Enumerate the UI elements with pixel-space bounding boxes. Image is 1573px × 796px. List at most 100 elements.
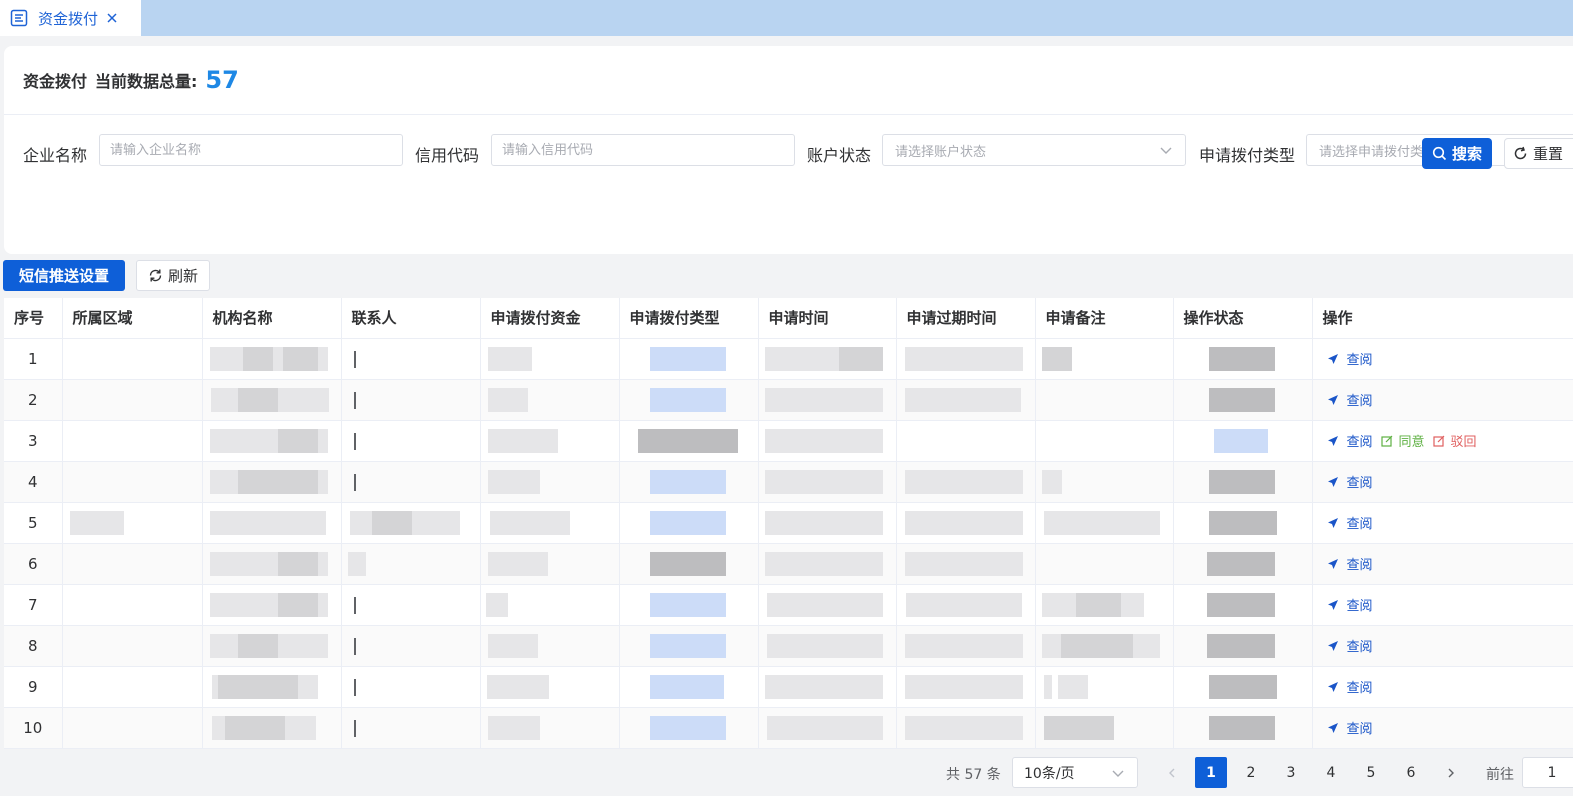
edit-icon xyxy=(1380,435,1392,447)
page-5[interactable]: 5 xyxy=(1355,757,1387,788)
sms-push-settings-button[interactable]: 短信推送设置 xyxy=(3,260,125,291)
chevron-left-icon xyxy=(1169,768,1175,777)
amount-cell xyxy=(480,379,620,421)
view-button[interactable]: 查阅 xyxy=(1327,554,1373,573)
refresh-button-label: 刷新 xyxy=(167,267,198,285)
table-row: 4 查阅 xyxy=(4,461,1573,503)
actions-cell: 查阅 xyxy=(1312,666,1573,708)
view-button-label: 查阅 xyxy=(1346,722,1373,737)
region-cell xyxy=(62,666,203,708)
view-button[interactable]: 查阅 xyxy=(1327,349,1373,368)
amount-cell xyxy=(480,461,620,503)
region-cell xyxy=(62,543,203,585)
contact-cell xyxy=(341,625,481,667)
view-button[interactable]: 查阅 xyxy=(1327,431,1373,450)
search-button[interactable]: 搜索 xyxy=(1422,138,1492,169)
org-name-cell xyxy=(202,666,342,708)
row-index: 9 xyxy=(4,666,63,708)
apply-type-cell xyxy=(619,502,759,544)
list-doc-icon xyxy=(10,9,28,27)
amount-cell xyxy=(480,625,620,667)
account-status-select[interactable]: 请选择账户状态 xyxy=(882,134,1186,166)
view-button-label: 查阅 xyxy=(1346,353,1373,368)
reject-button[interactable]: 驳回 xyxy=(1432,431,1477,450)
send-icon xyxy=(1327,517,1338,528)
apply-type-cell xyxy=(619,584,759,626)
column-header-status: 操作状态 xyxy=(1173,298,1313,339)
view-button[interactable]: 查阅 xyxy=(1327,390,1373,409)
apply-type-cell xyxy=(619,420,759,462)
view-button[interactable]: 查阅 xyxy=(1327,513,1373,532)
close-icon[interactable] xyxy=(106,12,118,24)
expire-time-cell xyxy=(896,707,1036,749)
tab-fund-disbursement[interactable]: 资金拨付 xyxy=(0,0,141,36)
prev-page-button[interactable] xyxy=(1156,757,1188,788)
remark-cell xyxy=(1035,420,1174,462)
apply-type-cell xyxy=(619,625,759,667)
row-index: 4 xyxy=(4,461,63,503)
agree-button[interactable]: 同意 xyxy=(1380,431,1425,450)
apply-type-cell xyxy=(619,543,759,585)
send-icon xyxy=(1327,640,1338,651)
apply-time-cell xyxy=(758,461,897,503)
goto-page-input[interactable] xyxy=(1522,757,1573,788)
view-button-label: 查阅 xyxy=(1346,681,1373,696)
actions-cell: 查阅 xyxy=(1312,625,1573,667)
tab-bar: 资金拨付 xyxy=(0,0,1573,36)
column-header-actions: 操作 xyxy=(1312,298,1573,339)
page-size-select[interactable]: 10条/页 xyxy=(1012,757,1138,788)
filter-panel: 资金拨付 当前数据总量: 57 企业名称 信用代码 账户状态 请选择账户状态 申… xyxy=(4,46,1573,254)
company-name-input[interactable] xyxy=(99,134,403,166)
status-cell xyxy=(1173,379,1313,421)
refresh-button[interactable]: 刷新 xyxy=(136,260,210,291)
contact-cell xyxy=(341,502,481,544)
status-cell xyxy=(1173,625,1313,667)
remark-cell xyxy=(1035,338,1174,380)
chevron-down-icon xyxy=(1112,770,1124,777)
reset-button[interactable]: 重置 xyxy=(1504,138,1573,169)
view-button[interactable]: 查阅 xyxy=(1327,472,1373,491)
table-row: 10 查阅 xyxy=(4,707,1573,749)
credit-code-label: 信用代码 xyxy=(415,146,480,165)
actions-cell: 查阅 同意 驳回 xyxy=(1312,420,1573,462)
expire-time-cell xyxy=(896,379,1036,421)
total-records: 共 57 条 xyxy=(946,767,1001,783)
contact-cell xyxy=(341,584,481,626)
remark-cell xyxy=(1035,461,1174,503)
actions-cell: 查阅 xyxy=(1312,707,1573,749)
page-6[interactable]: 6 xyxy=(1395,757,1427,788)
reset-icon xyxy=(1514,146,1527,160)
org-name-cell xyxy=(202,420,342,462)
view-button[interactable]: 查阅 xyxy=(1327,636,1373,655)
amount-cell xyxy=(480,420,620,462)
apply-type-cell xyxy=(619,707,759,749)
send-icon xyxy=(1327,722,1338,733)
page-3[interactable]: 3 xyxy=(1275,757,1307,788)
apply-time-cell xyxy=(758,543,897,585)
column-header-index: 序号 xyxy=(4,298,63,339)
view-button[interactable]: 查阅 xyxy=(1327,677,1373,696)
view-button[interactable]: 查阅 xyxy=(1327,718,1373,737)
status-cell xyxy=(1173,707,1313,749)
reject-button-label: 驳回 xyxy=(1450,435,1477,450)
org-name-cell xyxy=(202,461,342,503)
apply-time-cell xyxy=(758,502,897,544)
send-icon xyxy=(1327,476,1338,487)
remark-cell xyxy=(1035,584,1174,626)
credit-code-input[interactable] xyxy=(491,134,795,166)
column-header-apply-type: 申请拨付类型 xyxy=(619,298,759,339)
tab-label: 资金拨付 xyxy=(38,9,99,28)
page-1[interactable]: 1 xyxy=(1195,757,1227,788)
page-4[interactable]: 4 xyxy=(1315,757,1347,788)
view-button-label: 查阅 xyxy=(1346,599,1373,614)
org-name-cell xyxy=(202,338,342,380)
remark-cell xyxy=(1035,543,1174,585)
send-icon xyxy=(1327,599,1338,610)
next-page-button[interactable] xyxy=(1435,757,1467,788)
column-header-expire-time: 申请过期时间 xyxy=(896,298,1036,339)
row-index: 5 xyxy=(4,502,63,544)
expire-time-cell xyxy=(896,502,1036,544)
view-button[interactable]: 查阅 xyxy=(1327,595,1373,614)
page-2[interactable]: 2 xyxy=(1235,757,1267,788)
table-row: 5 查阅 xyxy=(4,502,1573,544)
